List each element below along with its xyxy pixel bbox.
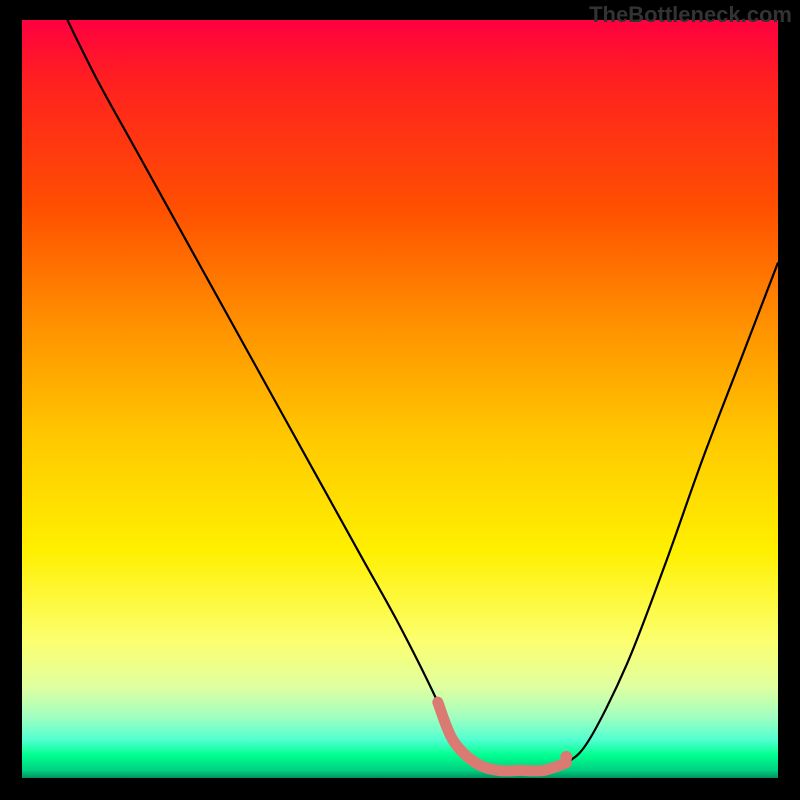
optimal-region-curve [438,702,567,771]
optimal-endpoint-marker [560,751,572,763]
chart-svg [22,20,778,778]
watermark-text: TheBottleneck.com [589,2,792,28]
bottleneck-chart [22,20,778,778]
bottleneck-curve-line [67,20,778,771]
